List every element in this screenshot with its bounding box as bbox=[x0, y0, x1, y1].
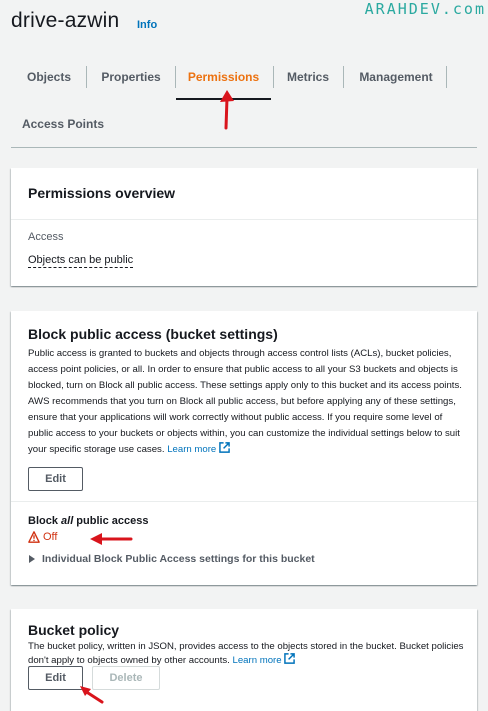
expander-label: Individual Block Public Access settings … bbox=[42, 553, 315, 565]
panel-title: Bucket policy bbox=[28, 622, 120, 638]
tab-separator bbox=[273, 66, 274, 88]
block-all-suffix: public access bbox=[73, 515, 149, 527]
block-all-status: Off bbox=[28, 531, 57, 543]
description-text: Public access is granted to buckets and … bbox=[28, 348, 462, 455]
block-all-emphasis: all bbox=[61, 515, 74, 527]
annotation-arrow-left-icon bbox=[90, 533, 133, 545]
block-all-prefix: Block bbox=[28, 515, 62, 527]
tab-access-points[interactable]: Access Points bbox=[20, 105, 106, 143]
learn-more-link[interactable]: Learn more bbox=[232, 653, 296, 666]
tab-separator bbox=[175, 66, 176, 88]
block-public-edit-button[interactable]: Edit bbox=[28, 467, 83, 491]
annotation-arrow-diagonal-icon bbox=[80, 686, 104, 704]
panel-divider bbox=[11, 219, 477, 220]
bucket-policy-edit-button[interactable]: Edit bbox=[28, 666, 83, 690]
panel-title: Permissions overview bbox=[28, 185, 176, 201]
tab-properties[interactable]: Properties bbox=[94, 58, 168, 96]
external-link-icon bbox=[219, 442, 230, 453]
tab-separator bbox=[86, 66, 87, 88]
watermark-logo: ARAHDEV.com bbox=[364, 0, 486, 18]
tab-separator bbox=[343, 66, 344, 88]
info-link[interactable]: Info bbox=[137, 19, 157, 31]
tab-objects[interactable]: Objects bbox=[20, 58, 78, 96]
tab-metrics[interactable]: Metrics bbox=[280, 58, 336, 96]
annotation-arrow-up-icon bbox=[220, 90, 234, 130]
panel-title: Block public access (bucket settings) bbox=[28, 326, 278, 342]
access-value[interactable]: Objects can be public bbox=[28, 254, 134, 268]
external-link-icon bbox=[284, 653, 296, 664]
learn-more-link[interactable]: Learn more bbox=[167, 442, 230, 455]
bucket-name-title: drive-azwin bbox=[11, 9, 120, 32]
warning-icon bbox=[28, 531, 40, 543]
individual-settings-expander[interactable]: Individual Block Public Access settings … bbox=[28, 553, 315, 565]
caret-right-icon bbox=[29, 555, 35, 563]
bucket-policy-description: The bucket policy, written in JSON, prov… bbox=[28, 640, 468, 667]
learn-more-label: Learn more bbox=[232, 655, 282, 666]
panel-divider bbox=[11, 501, 477, 502]
tab-management[interactable]: Management bbox=[350, 58, 442, 96]
permissions-overview-panel: Permissions overview Access Objects can … bbox=[11, 168, 477, 286]
tab-separator bbox=[446, 66, 447, 88]
block-all-label: Block all public access bbox=[28, 515, 148, 527]
block-public-access-panel: Block public access (bucket settings) Pu… bbox=[11, 311, 477, 585]
access-label: Access bbox=[28, 231, 64, 243]
tab-bar-divider bbox=[11, 147, 477, 148]
block-public-description: Public access is granted to buckets and … bbox=[28, 346, 468, 458]
learn-more-label: Learn more bbox=[167, 444, 217, 455]
status-off-text: Off bbox=[43, 531, 58, 543]
